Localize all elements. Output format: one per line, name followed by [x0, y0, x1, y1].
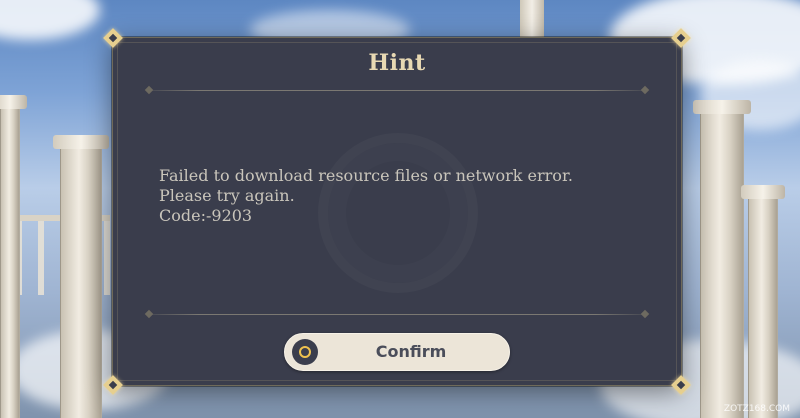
- stone-pillar: [741, 185, 785, 418]
- confirm-button-label: Confirm: [375, 342, 447, 361]
- error-message: Failed to download resource files or net…: [159, 166, 651, 226]
- hint-dialog: Hint Failed to download resource files o…: [103, 28, 691, 395]
- circle-button-icon: [292, 339, 318, 365]
- title-divider: [149, 90, 645, 91]
- stone-pillar: [53, 135, 109, 418]
- cloud: [0, 0, 100, 40]
- stone-pillar: [0, 95, 27, 418]
- stone-pillar: [693, 100, 751, 418]
- error-message-line: Please try again.: [159, 186, 295, 205]
- error-code: Code:-9203: [159, 206, 253, 225]
- confirm-button[interactable]: Confirm: [284, 333, 510, 371]
- watermark-text: ZOTZ168.COM: [723, 404, 790, 414]
- dialog-title: Hint: [368, 50, 426, 76]
- error-message-line: Failed to download resource files or net…: [159, 166, 573, 185]
- footer-divider: [149, 314, 645, 315]
- distant-spire: [520, 0, 544, 40]
